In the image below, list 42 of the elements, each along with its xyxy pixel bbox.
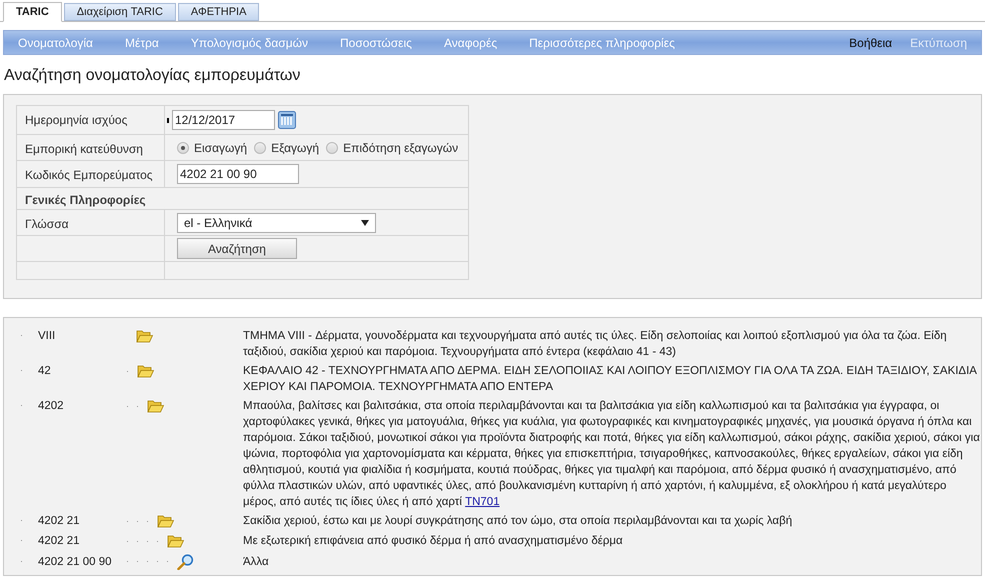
- description-text: ΚΕΦΑΛΑΙΟ 42 - ΤΕΧΝΟΥΡΓΗΜΑΤΑ ΑΠΟ ΔΕΡΜΑ. ΕΙΔΗ ΣΕΛΟΠΟΙΙΑΣ ΚΑΙ ΛΟΙΠΟΥ ΕΞΟΠΛΙΣΜΟΥ ΓΙΑ ΟΛΑ ΤΑ ΖΩΑ. ΕΙΔΗ ΤΑΞΙΔΙΟΥ, ΣΑΚΙΔΙΑ ΧΕΡΙΟΥ ΚΑΙ ΠΑΡΟΜΟΙΑ. ΤΕΧΝΟΥΡΓΗΜΑΤΑ ΑΠΟ ΕΝΤΕΡΑ: [243, 364, 978, 395]
- radio-label: Εξαγωγή: [271, 140, 320, 156]
- tab[interactable]: TARIC: [3, 2, 62, 22]
- radio-button[interactable]: [326, 142, 338, 154]
- code-text: 4202 21: [38, 534, 81, 550]
- required-mark: [167, 118, 169, 122]
- radio-label: Εισαγωγή: [194, 140, 248, 156]
- code-text: 4202 21 00 90: [38, 554, 110, 570]
- description-text: Μπαούλα, βαλίτσες και βαλιτσάκια, στα οποία περιλαμβάνονται και τα βαλιτσάκια για είδη καλλωπισμού και τα βαλιτσάκια για έγγραφα, οι χαρτοφύλακες γενικά, θήκες για ματογυάλια, θήκες για κυάλια, για φωτογραφικές και κινηματογραφικές μηχανές, για μουσικά όργανα ή όπλα και παρόμοια. Σάκοι ταξιδιού, μονωτικοί σάκοι για προϊόντα διατροφής και ποτά, θήκες για είδη καλλωπισμού, σάκοι ράχης, σακίδια χεριού, σάκοι για ψώνια, πορτοφόλια για χαρτονομίσματα και κέρματα, θήκες για επισκεπτήρια, τσιγαροθήκες, καπνοσακούλες, θήκες εργαλείων, σάκοι για είδη αθλητισμού, κουτιά για φιαλίδια ή κοσμήματα, κουτιά πούδρας, θήκες για τιμαλφή και παρόμοια, από δέρμα φυσικό ή ανασχηματισμένο, από φύλλα πλαστικών υλών, από υφαντικές ύλες, από βουλκανισμένη κυτταρίνη ή από χαρτόνι, ή καλυμμένα, εξ ολοκλήρου ή κατά μεγαλύτερο μέρος, από αυτές τις ίδιες ύλες ή από χαρτί TN701: [243, 399, 981, 510]
- code-field[interactable]: 4202 21 00 90: [177, 164, 299, 184]
- tab[interactable]: ΑΦΕΤΗΡΙΑ: [178, 3, 260, 21]
- search-button[interactable]: Αναζήτηση: [177, 238, 297, 259]
- folder-icon[interactable]: [167, 534, 184, 548]
- dropdown-arrow-icon: [361, 220, 369, 226]
- description-text: Άλλα: [243, 554, 270, 570]
- code-text: 4202: [38, 399, 65, 414]
- field-label: Εμπορική κατεύθυνση: [17, 135, 165, 160]
- calendar-icon[interactable]: [278, 111, 296, 129]
- code-text: 4202 21: [38, 514, 81, 529]
- field-label: Κωδικός Εμπορεύματος: [17, 161, 165, 187]
- page-title: Αναζήτηση ονοματολογίας εμπορευμάτων: [3, 66, 302, 86]
- folder-icon[interactable]: [137, 364, 154, 378]
- menu-item[interactable]: Βοήθεια: [849, 34, 892, 52]
- radio-button[interactable]: [177, 142, 189, 154]
- tab[interactable]: Διαχείριση TARIC: [64, 3, 176, 21]
- code-text: 42: [38, 364, 52, 379]
- description-text: ΤΜΗΜΑ VIII - Δέρματα, γουνοδέρματα και τεχνουργήματα από αυτές τις ύλες. Είδη σελοποιίας και λοιπού εξοπλισμού για όλα τα ζώα. Είδη ταξιδιού, σακίδια χεριού και παρόμοια. Τεχνουργήματα από έντερα (κεφάλαιο 41 - 43): [243, 329, 948, 360]
- field-label: Ημερομηνία ισχύος: [17, 106, 165, 134]
- magnifier-icon[interactable]: [177, 554, 194, 570]
- code-text: VIII: [38, 329, 56, 344]
- note-link[interactable]: TN701: [465, 496, 500, 508]
- folder-icon[interactable]: [157, 514, 174, 528]
- date-field[interactable]: 12/12/2017: [172, 110, 275, 130]
- folder-icon[interactable]: [147, 399, 164, 413]
- folder-icon[interactable]: [136, 329, 153, 343]
- language-select[interactable]: el - Ελληνικά: [177, 212, 376, 232]
- description-text: Με εξωτερική επιφάνεια από φυσικό δέρμα ή από ανασχηματισμένο δέρμα: [243, 534, 624, 550]
- radio-button[interactable]: [254, 142, 266, 154]
- section-label: Γενικές Πληροφορίες: [24, 192, 147, 209]
- field-label: Γλώσσα: [17, 210, 165, 235]
- radio-label: Επιδότηση εξαγωγών: [343, 140, 458, 156]
- description-text: Σακίδια χεριού, έστω και με λουρί συγκράτησης από τον ώμο, στα οποία περιλαμβάνονται και τα χωρίς λαβή: [243, 514, 794, 529]
